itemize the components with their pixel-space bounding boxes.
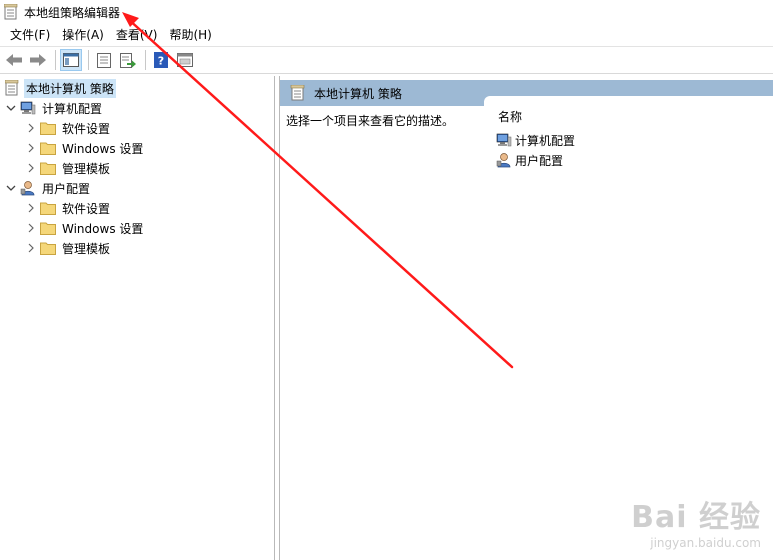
details-title: 本地计算机 策略 [314, 86, 402, 101]
chevron-down-icon[interactable] [4, 101, 18, 115]
toolbar-separator [88, 50, 89, 70]
tree-item-admin-templates[interactable]: 管理模板 [24, 158, 112, 178]
user-icon [496, 153, 511, 168]
menu-action[interactable]: 操作(A) [56, 25, 110, 45]
chevron-down-icon[interactable] [4, 181, 18, 195]
watermark-sub: jingyan.baidu.com [650, 536, 761, 550]
chevron-right-icon[interactable] [24, 161, 38, 175]
details-pane: 本地计算机 策略 选择一个项目来查看它的描述。 名称 计算机配置 用户配置 [279, 76, 773, 560]
back-arrow-icon [6, 54, 22, 66]
chevron-right-icon[interactable] [24, 141, 38, 155]
list-item-computer-config[interactable]: 计算机配置 [496, 130, 575, 150]
tree-item-label: Windows 设置 [62, 141, 144, 156]
properties-button[interactable] [93, 49, 115, 71]
window-title: 本地组策略编辑器 [24, 5, 121, 20]
tree-pane[interactable]: 本地计算机 策略 计算机配置 软件设置 Windows 设置 管理模板 用户配置 [0, 76, 275, 560]
folder-icon [40, 160, 56, 176]
menu-file[interactable]: 文件(F) [4, 25, 56, 45]
chevron-right-icon[interactable] [24, 201, 38, 215]
tree-item-label: 计算机配置 [42, 101, 103, 116]
title-bar: 本地组策略编辑器 [0, 0, 773, 24]
help-button[interactable]: ? [150, 49, 172, 71]
tree-item-windows-settings[interactable]: Windows 设置 [24, 138, 145, 158]
policy-document-icon [4, 4, 18, 20]
forward-button[interactable] [27, 49, 49, 71]
description-text: 选择一个项目来查看它的描述。 [286, 114, 455, 128]
tree-item-label: 软件设置 [62, 121, 111, 136]
watermark-main: Bai 经验 [631, 500, 761, 535]
chevron-right-icon[interactable] [24, 221, 38, 235]
tree-item-label: 本地计算机 策略 [24, 78, 116, 98]
toolbar-separator [145, 50, 146, 70]
show-hide-tree-button[interactable] [60, 49, 82, 71]
back-button[interactable] [3, 49, 25, 71]
console-view-icon [177, 53, 193, 67]
forward-arrow-icon [30, 54, 46, 66]
folder-icon [40, 240, 56, 256]
list-item-label: 用户配置 [515, 153, 564, 168]
column-header-name[interactable]: 名称 [498, 108, 522, 125]
folder-icon [40, 200, 56, 216]
computer-icon [20, 100, 36, 116]
export-list-icon [120, 52, 136, 68]
tree-item-label: 管理模板 [62, 161, 111, 176]
chevron-right-icon[interactable] [24, 241, 38, 255]
list-item-label: 计算机配置 [515, 133, 576, 148]
show-tree-icon [63, 53, 79, 67]
tree-item-label: Windows 设置 [62, 221, 144, 236]
policy-document-icon [290, 85, 305, 101]
export-list-button[interactable] [117, 49, 139, 71]
tree-item-windows-settings[interactable]: Windows 设置 [24, 218, 145, 238]
chevron-right-icon[interactable] [24, 121, 38, 135]
tree-item-software-settings[interactable]: 软件设置 [24, 118, 112, 138]
tree-item-local-computer-policy[interactable]: 本地计算机 策略 [2, 78, 116, 98]
tree-item-computer-config[interactable]: 计算机配置 [4, 98, 104, 118]
menu-view[interactable]: 查看(V) [110, 25, 164, 45]
folder-icon [40, 140, 56, 156]
policy-document-icon [4, 80, 20, 96]
user-icon [20, 180, 36, 196]
computer-icon [496, 133, 512, 147]
tree-item-label: 用户配置 [42, 181, 91, 196]
watermark: Bai 经验 jingyan.baidu.com [631, 492, 761, 550]
folder-icon [40, 120, 56, 136]
item-list[interactable]: 名称 计算机配置 用户配置 [484, 96, 773, 560]
tree-item-label: 软件设置 [62, 201, 111, 216]
toolbar-separator [55, 50, 56, 70]
toolbar: ? [0, 46, 773, 74]
tree-item-label: 管理模板 [62, 241, 111, 256]
console-view-button[interactable] [174, 49, 196, 71]
tree-item-user-config[interactable]: 用户配置 [4, 178, 92, 198]
tree-item-software-settings[interactable]: 软件设置 [24, 198, 112, 218]
menu-help[interactable]: 帮助(H) [163, 25, 217, 45]
properties-icon [97, 52, 111, 68]
help-icon: ? [154, 52, 168, 68]
tree-item-admin-templates[interactable]: 管理模板 [24, 238, 112, 258]
svg-text:?: ? [158, 55, 164, 68]
menu-bar: 文件(F) 操作(A) 查看(V) 帮助(H) [0, 24, 773, 46]
folder-icon [40, 220, 56, 236]
list-item-user-config[interactable]: 用户配置 [496, 150, 563, 170]
